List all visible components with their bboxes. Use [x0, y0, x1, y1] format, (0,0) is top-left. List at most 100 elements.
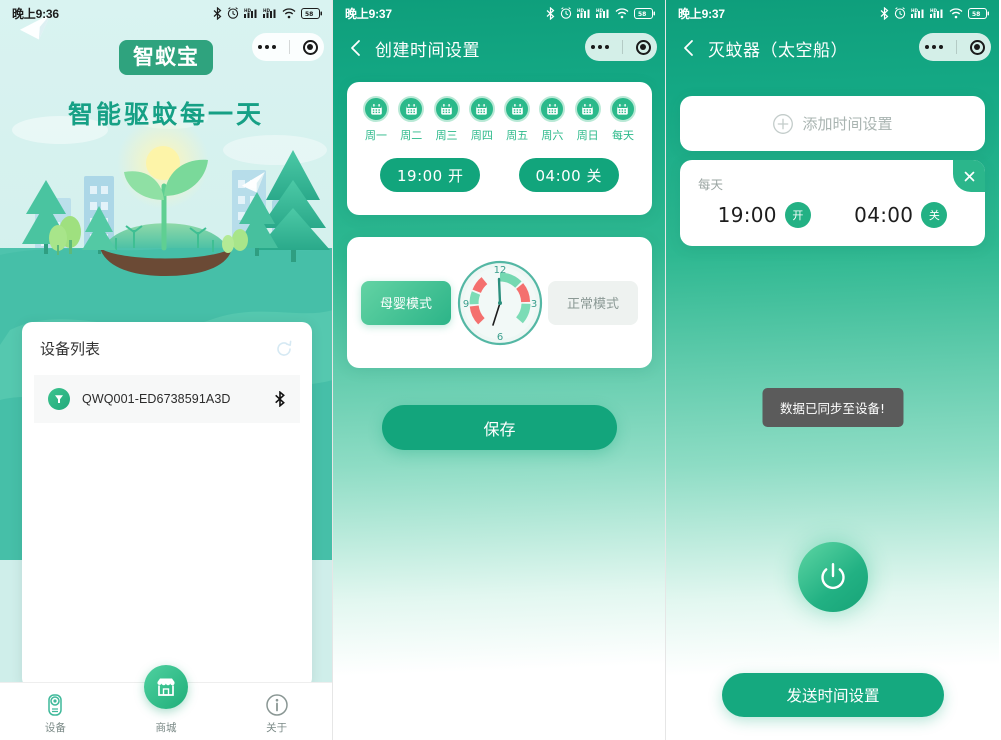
weekday-label: 周三	[435, 129, 458, 142]
app-tagline: 智能驱蚊每一天	[67, 100, 264, 129]
weekday-label: 周四	[470, 129, 493, 142]
svg-text:58: 58	[638, 11, 646, 18]
start-time-pill[interactable]: 19:00 开	[380, 158, 481, 192]
schedule-slot-on[interactable]: 19:00 开	[696, 202, 833, 228]
more-dots-icon[interactable]	[925, 45, 944, 49]
bottom-tab-bar: 设备 商城 关于	[0, 665, 332, 740]
tab-about-label: 关于	[266, 722, 288, 734]
mode-selector-card: 母婴模式 12 3 6 9 正常模式	[347, 237, 652, 368]
battery-icon: 58	[301, 7, 322, 19]
power-icon	[820, 563, 845, 590]
capsule-divider	[288, 40, 290, 54]
bluetooth-icon	[546, 6, 555, 20]
schedule-card: 每天 19:00 开 04:00 关	[680, 160, 985, 246]
status-bar: 晚上9:37 HD HD 58	[666, 0, 999, 26]
weekday-label: 周日	[576, 129, 599, 142]
chevron-left-icon[interactable]	[680, 39, 698, 57]
svg-text:HD: HD	[577, 8, 585, 13]
tab-mall[interactable]: 商城	[111, 665, 222, 740]
signal-hd-icon-2: HD	[596, 8, 609, 18]
tab-device[interactable]: 设备	[0, 683, 111, 740]
weekday-label: 周六	[541, 129, 564, 142]
mode-button-normal[interactable]: 正常模式	[548, 280, 638, 325]
calendar-icon	[504, 96, 531, 122]
toast-message: 数据已同步至设备!	[761, 388, 904, 427]
miniprogram-capsule[interactable]	[252, 33, 324, 61]
alarm-icon	[894, 7, 906, 19]
signal-hd-icon-1: HD	[577, 8, 590, 18]
device-list-card: 设备列表 QWQ001-ED6738591A3D	[22, 322, 312, 688]
status-icons: HD HD 58	[546, 6, 655, 20]
send-schedule-button[interactable]: 发送时间设置	[722, 673, 944, 717]
target-icon[interactable]	[302, 39, 318, 55]
wifi-icon	[282, 7, 296, 18]
target-icon[interactable]	[969, 39, 985, 55]
weekday-option-1[interactable]: 周二	[394, 96, 428, 143]
device-list-title: 设备列表	[40, 340, 101, 358]
status-time: 晚上9:37	[345, 6, 392, 21]
end-time-pill[interactable]: 04:00 关	[518, 158, 619, 192]
schedule-time-off: 04:00	[854, 203, 914, 227]
alarm-icon	[560, 7, 572, 19]
store-icon[interactable]	[144, 665, 188, 709]
device-list-header: 设备列表	[22, 322, 312, 367]
miniprogram-capsule[interactable]	[919, 33, 991, 61]
signal-hd-icon-1: HD	[244, 8, 257, 18]
weekday-option-6[interactable]: 周日	[571, 96, 605, 143]
calendar-icon	[574, 96, 601, 122]
svg-text:HD: HD	[263, 8, 271, 13]
svg-text:58: 58	[305, 11, 313, 18]
chevron-left-icon[interactable]	[347, 39, 365, 57]
calendar-icon	[539, 96, 566, 122]
miniprogram-capsule[interactable]	[585, 33, 657, 61]
svg-text:12: 12	[493, 265, 506, 276]
phone-screen-create-schedule: 晚上9:37 HD HD 58 创建时间设置 周一 周二 周三 周四 周五 周六…	[333, 0, 666, 740]
bluetooth-icon	[275, 391, 285, 407]
more-dots-icon[interactable]	[591, 45, 610, 49]
schedule-badge-off: 关	[921, 202, 948, 228]
svg-text:58: 58	[972, 11, 980, 18]
weekday-label: 周一	[365, 129, 387, 142]
weekday-option-4[interactable]: 周五	[500, 96, 534, 143]
weekday-option-0[interactable]: 周一	[359, 96, 393, 143]
weekday-label: 周五	[506, 129, 529, 142]
phone-screen-device-detail: 晚上9:37 HD HD 58 灭蚊器（太空船） 添加时间设置 每天 19:00…	[666, 0, 999, 740]
app-logo: 智蚁宝	[119, 40, 213, 76]
status-time: 晚上9:36	[12, 6, 59, 21]
weekday-option-everyday[interactable]: 每天	[606, 96, 640, 143]
calendar-icon	[433, 96, 460, 122]
screenshot-root: 晚上9:36 HD HD 58 智蚁宝 智能驱蚊每一天 设备列表 QWQ001-…	[0, 0, 1001, 740]
refresh-icon[interactable]	[274, 339, 294, 359]
alarm-icon	[227, 7, 239, 19]
status-bar: 晚上9:36 HD HD 58	[0, 0, 332, 26]
schedule-day-label: 每天	[698, 177, 724, 192]
weekday-option-5[interactable]: 周六	[535, 96, 569, 143]
time-pill-row: 19:00 开 04:00 关	[347, 158, 652, 192]
schedule-time-on: 19:00	[717, 203, 777, 227]
target-icon[interactable]	[635, 39, 651, 55]
calendar-icon	[609, 96, 636, 122]
svg-text:HD: HD	[911, 8, 919, 13]
close-icon[interactable]	[953, 160, 985, 192]
capsule-divider	[621, 40, 623, 54]
phone-screen-home: 晚上9:36 HD HD 58 智蚁宝 智能驱蚊每一天 设备列表 QWQ001-…	[0, 0, 333, 740]
weekday-option-3[interactable]: 周四	[465, 96, 499, 143]
schedule-times: 19:00 开 04:00 关	[680, 202, 985, 228]
tab-about[interactable]: 关于	[221, 683, 332, 740]
weekday-option-2[interactable]: 周三	[430, 96, 464, 143]
weekday-selector-card: 周一 周二 周三 周四 周五 周六 周日 每天 19:00 开 04:00 关	[347, 82, 652, 215]
save-button[interactable]: 保存	[382, 405, 617, 450]
status-icons: HD HD 58	[880, 6, 989, 20]
power-button[interactable]	[797, 542, 868, 612]
status-bar: 晚上9:37 HD HD 58	[333, 0, 665, 26]
add-schedule-button[interactable]: 添加时间设置	[680, 96, 985, 151]
status-icons: HD HD 58	[213, 6, 322, 20]
more-dots-icon[interactable]	[258, 45, 277, 49]
mode-button-baby[interactable]: 母婴模式	[361, 280, 451, 325]
schedule-slot-off[interactable]: 04:00 关	[833, 202, 970, 228]
weekday-row: 周一 周二 周三 周四 周五 周六 周日 每天	[347, 82, 652, 143]
device-list-item[interactable]: QWQ001-ED6738591A3D	[34, 375, 300, 423]
add-schedule-label: 添加时间设置	[802, 115, 893, 133]
bluetooth-icon	[213, 6, 222, 20]
page-title: 创建时间设置	[375, 40, 480, 61]
